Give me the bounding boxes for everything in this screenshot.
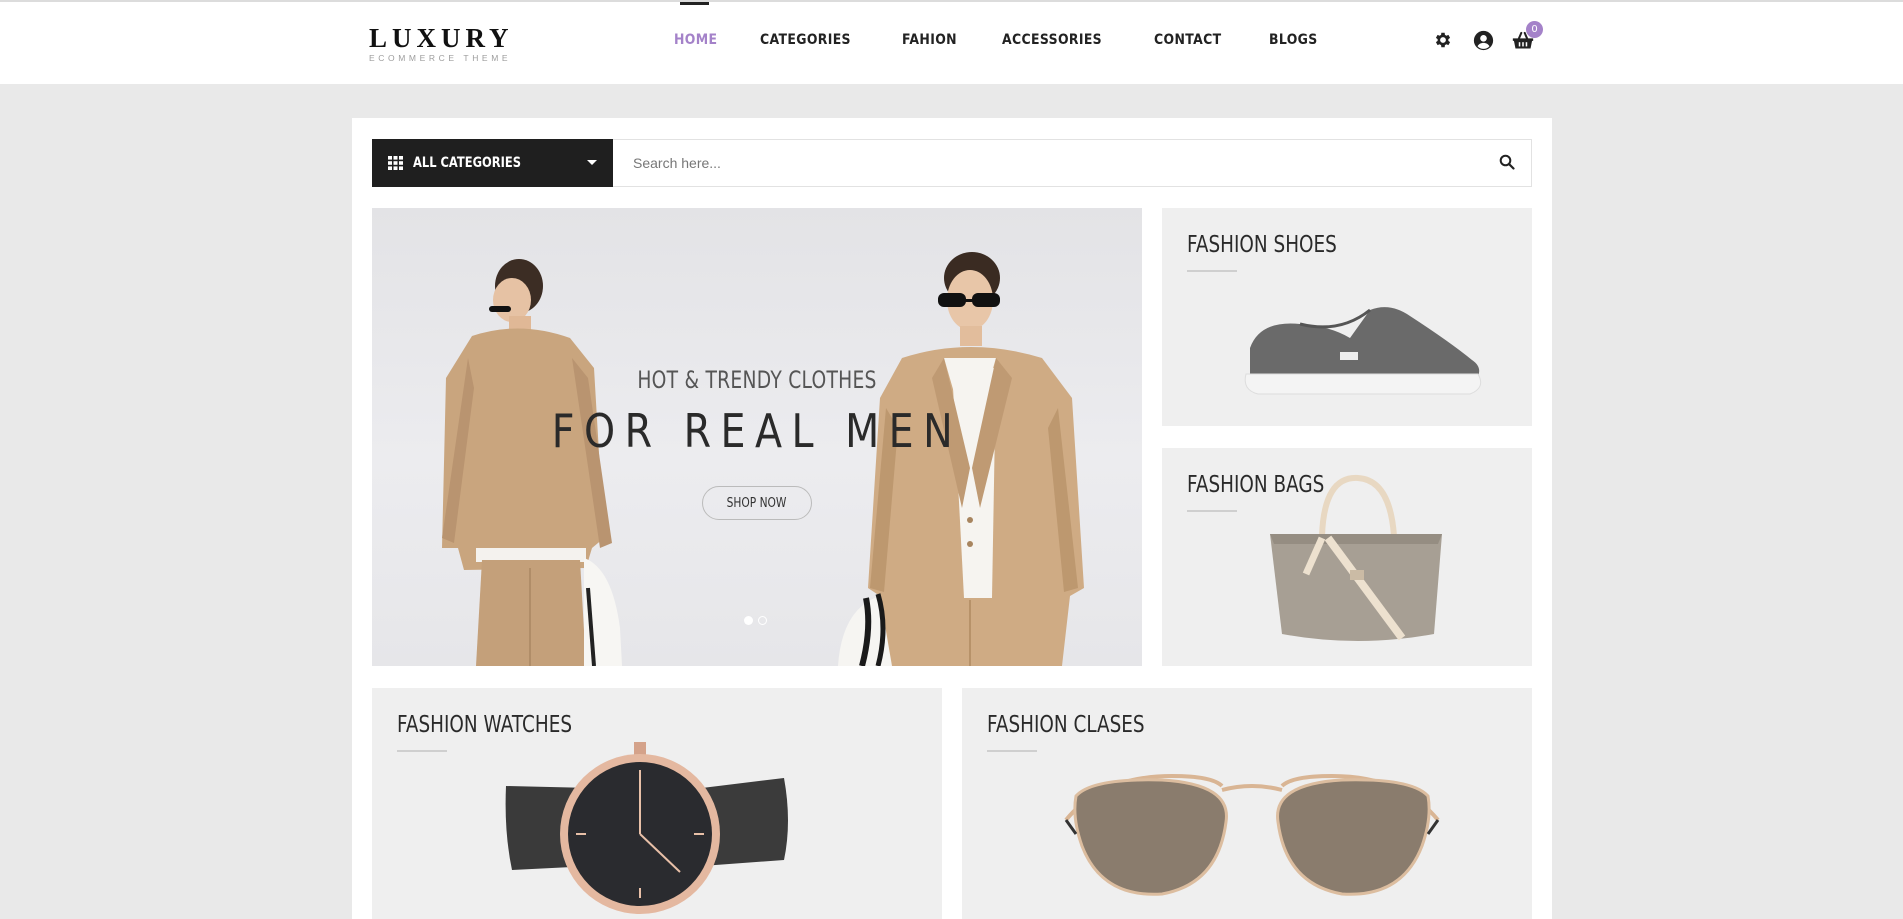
hero-subtitle: HOT & TRENDY CLOTHES	[637, 366, 877, 394]
hero-slider[interactable]: HOT & TRENDY CLOTHES FOR REAL MEN SHOP N…	[372, 208, 1142, 666]
tile-title-glasses: FASHION CLASES	[987, 712, 1145, 738]
nav-item-home[interactable]: HOME	[674, 32, 717, 48]
shop-now-label: SHOP NOW	[727, 495, 787, 511]
nav-active-indicator	[680, 2, 709, 5]
tile-title-shoes: FASHION SHOES	[1187, 232, 1337, 258]
grid-icon	[388, 156, 403, 170]
nav-item-fahion[interactable]: FAHION	[902, 32, 957, 48]
tile-divider	[1187, 510, 1237, 512]
shoe-image	[1244, 307, 1482, 395]
logo-name: LUXURY	[369, 23, 514, 53]
logo-tagline: ECOMMERCE THEME	[369, 53, 512, 63]
shop-now-button[interactable]: SHOP NOW	[702, 486, 812, 520]
search-input[interactable]	[613, 140, 1483, 186]
tile-fashion-shoes[interactable]: FASHION SHOES	[1162, 208, 1532, 426]
settings-button[interactable]	[1432, 29, 1454, 51]
cart-count-badge: 0	[1526, 21, 1543, 38]
tile-fashion-glasses[interactable]: FASHION CLASES	[962, 688, 1532, 919]
logo[interactable]: LUXURY ECOMMERCE THEME	[369, 24, 514, 63]
tile-fashion-bags[interactable]: FASHION BAGS	[1162, 448, 1532, 666]
category-dropdown[interactable]: ALL CATEGORIES	[372, 139, 613, 187]
tile-divider	[987, 750, 1037, 752]
watch-image	[505, 742, 788, 914]
main-nav: HOME CATEGORIES FAHION ACCESSORIES CONTA…	[674, 32, 1361, 48]
tile-divider	[397, 750, 447, 752]
slider-dot-1[interactable]	[744, 616, 753, 625]
user-circle-icon	[1473, 30, 1493, 50]
category-dropdown-label: ALL CATEGORIES	[413, 155, 522, 171]
search-bar: ALL CATEGORIES	[372, 139, 1532, 187]
chevron-down-icon	[587, 160, 597, 165]
bag-image	[1270, 474, 1442, 641]
nav-item-contact[interactable]: CONTACT	[1154, 32, 1221, 48]
tile-fashion-watches[interactable]: FASHION WATCHES	[372, 688, 942, 919]
nav-item-blogs[interactable]: BLOGS	[1269, 32, 1318, 48]
nav-item-accessories[interactable]: ACCESSORIES	[1002, 32, 1102, 48]
tile-divider	[1187, 270, 1237, 272]
search-button[interactable]	[1499, 154, 1517, 172]
gear-icon	[1435, 32, 1451, 48]
account-button[interactable]	[1472, 29, 1494, 51]
cart-button[interactable]: 0	[1512, 21, 1543, 51]
nav-item-categories[interactable]: CATEGORIES	[760, 32, 851, 48]
slider-pagination	[744, 616, 772, 625]
slider-dot-2[interactable]	[758, 616, 767, 625]
hero-title: FOR REAL MEN	[551, 404, 963, 458]
header-actions: 0	[1432, 21, 1552, 51]
main-content: ALL CATEGORIES Search here... HOT & TREN…	[352, 118, 1552, 919]
sunglasses-image	[1064, 773, 1440, 896]
search-icon	[1499, 154, 1515, 170]
tile-title-watches: FASHION WATCHES	[397, 712, 573, 738]
site-header: LUXURY ECOMMERCE THEME HOME CATEGORIES F…	[0, 0, 1903, 84]
